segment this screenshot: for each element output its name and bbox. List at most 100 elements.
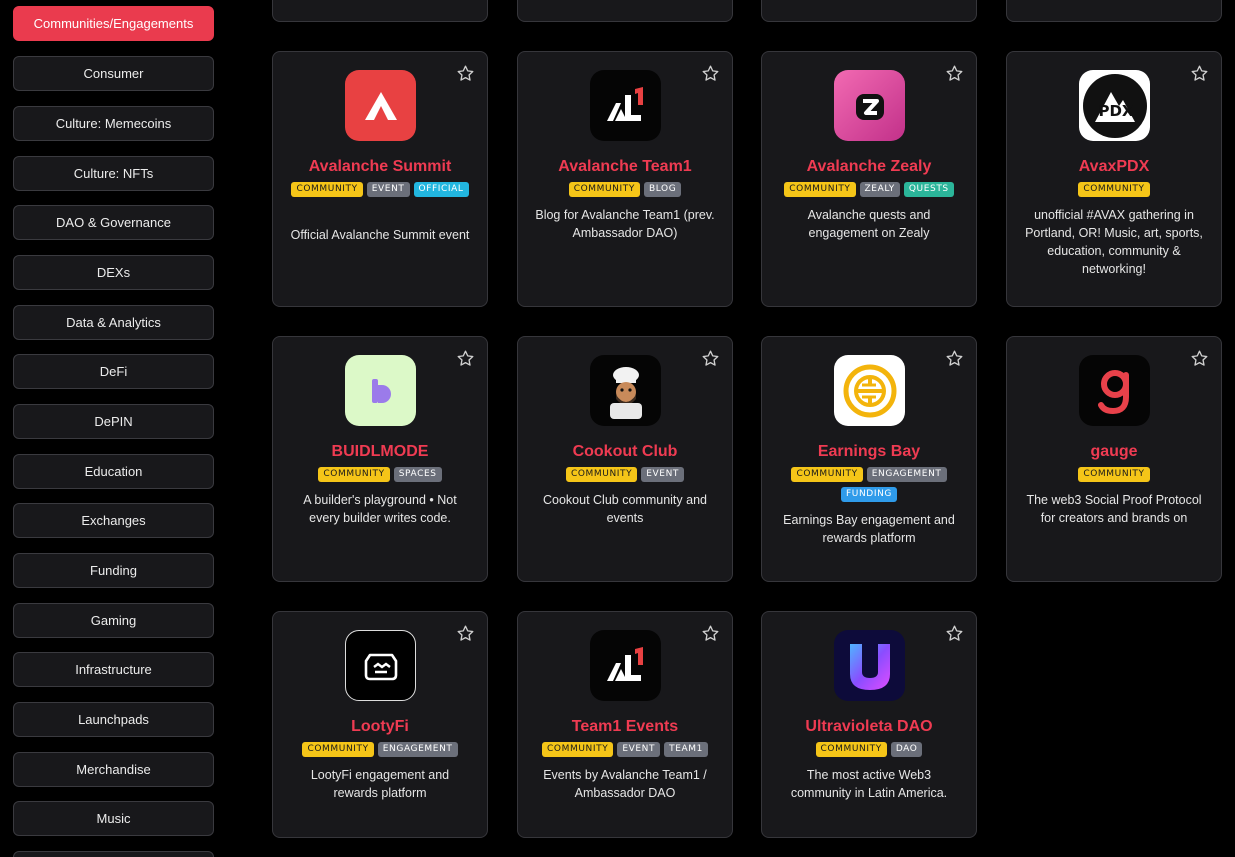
tag-badge: SPACES [393,467,442,482]
tag-badge: COMMUNITY [568,182,640,197]
category-merchandise[interactable]: Merchandise [13,752,214,787]
buidlmode-logo [345,355,416,426]
project-description: unofficial #AVAX gathering in Portland, … [1025,208,1203,276]
category-next-partial[interactable] [13,851,214,857]
project-card-avaxpdx[interactable]: PDX AvaxPDX COMMUNITY unofficial #AVAX g… [1006,51,1222,307]
project-card-partial[interactable] [761,0,977,22]
project-card-partial[interactable] [272,0,488,22]
category-dexs[interactable]: DEXs [13,255,214,290]
tag-badge: COMMUNITY [784,182,856,197]
tag-badge: FUNDING [841,487,897,502]
tag-badge: QUESTS [903,182,954,197]
tag-badge: EVENT [617,742,661,757]
tag-badge: COMMUNITY [291,182,363,197]
project-description: A builder's playground • Not every build… [303,493,457,525]
avalanche-logo [345,70,416,141]
favorite-star-icon[interactable] [945,64,964,83]
tag-badge: COMMUNITY [791,467,863,482]
lootyfi-logo [345,630,416,701]
favorite-star-icon[interactable] [456,64,475,83]
project-card-avalanche-summit[interactable]: Avalanche Summit COMMUNITY EVENT OFFICIA… [272,51,488,307]
tag-list: COMMUNITY ENGAGEMENT [281,742,479,757]
project-card-partial[interactable] [1006,0,1222,22]
project-title: Team1 Events [571,718,679,735]
tag-badge: COMMUNITY [1078,467,1150,482]
ultravioleta-logo [834,630,905,701]
svg-text:PDX: PDX [1098,102,1133,120]
tag-badge: BLOG [643,182,682,197]
category-culture-memecoins[interactable]: Culture: Memecoins [13,106,214,141]
project-card-team1-events[interactable]: Team1 Events COMMUNITY EVENT TEAM1 Event… [517,611,733,838]
project-description: Blog for Avalanche Team1 (prev. Ambassad… [535,208,715,240]
category-depin[interactable]: DePIN [13,404,214,439]
category-dao-governance[interactable]: DAO & Governance [13,205,214,240]
tag-list: COMMUNITY DAO [770,742,968,757]
favorite-star-icon[interactable] [945,349,964,368]
project-title: AvaxPDX [1078,158,1150,175]
project-card-avalanche-zealy[interactable]: Avalanche Zealy COMMUNITY ZEALY QUESTS A… [761,51,977,307]
favorite-star-icon[interactable] [701,624,720,643]
category-education[interactable]: Education [13,454,214,489]
tag-badge: COMMUNITY [542,742,614,757]
favorite-star-icon[interactable] [701,349,720,368]
team1-logo [590,630,661,701]
project-title: Avalanche Zealy [806,158,932,175]
tag-list: COMMUNITY [1015,182,1213,197]
chef-logo [590,355,661,426]
category-communities-engagements[interactable]: Communities/Engagements [13,6,214,41]
favorite-star-icon[interactable] [1190,349,1209,368]
project-card-lootyfi[interactable]: LootyFi COMMUNITY ENGAGEMENT LootyFi eng… [272,611,488,838]
category-sidebar: Communities/Engagements Consumer Culture… [13,0,214,857]
tag-list: COMMUNITY [1015,467,1213,482]
project-card-earnings-bay[interactable]: Earnings Bay COMMUNITY ENGAGEMENT FUNDIN… [761,336,977,582]
tag-badge: COMMUNITY [318,467,390,482]
category-funding[interactable]: Funding [13,553,214,588]
tag-list: COMMUNITY EVENT OFFICIAL [281,182,479,197]
team1-logo [590,70,661,141]
tag-list: COMMUNITY EVENT [526,467,724,482]
tag-badge: DAO [890,742,923,757]
project-card-gauge[interactable]: gauge COMMUNITY The web3 Social Proof Pr… [1006,336,1222,582]
project-card-buidlmode[interactable]: BUIDLMODE COMMUNITY SPACES A builder's p… [272,336,488,582]
tag-list: COMMUNITY BLOG [526,182,724,197]
tag-badge: COMMUNITY [565,467,638,482]
project-description: Events by Avalanche Team1 / Ambassador D… [543,768,707,800]
tag-list: COMMUNITY EVENT TEAM1 [526,742,724,757]
category-infrastructure[interactable]: Infrastructure [13,652,214,687]
project-title: Avalanche Summit [308,158,452,175]
tag-list: COMMUNITY SPACES [281,467,479,482]
project-description: Earnings Bay engagement and rewards plat… [783,513,955,545]
favorite-star-icon[interactable] [456,624,475,643]
category-launchpads[interactable]: Launchpads [13,702,214,737]
project-description: The most active Web3 community in Latin … [790,768,948,800]
tag-badge: ENGAGEMENT [866,467,947,482]
category-exchanges[interactable]: Exchanges [13,503,214,538]
favorite-star-icon[interactable] [456,349,475,368]
gauge-logo [1079,355,1150,426]
category-gaming[interactable]: Gaming [13,603,214,638]
project-card-ultravioleta-dao[interactable]: Ultravioleta DAO COMMUNITY DAO The most … [761,611,977,838]
category-culture-nfts[interactable]: Culture: NFTs [13,156,214,191]
favorite-star-icon[interactable] [945,624,964,643]
project-title: Ultravioleta DAO [805,718,933,735]
project-card-cookout-club[interactable]: Cookout Club COMMUNITY EVENT Cookout Clu… [517,336,733,582]
category-defi[interactable]: DeFi [13,354,214,389]
favorite-star-icon[interactable] [1190,64,1209,83]
project-title: Cookout Club [572,443,678,460]
tag-badge: COMMUNITY [302,742,374,757]
category-music[interactable]: Music [13,801,214,836]
avaxpdx-logo: PDX [1079,70,1150,141]
category-consumer[interactable]: Consumer [13,56,214,91]
zealy-logo [834,70,905,141]
project-card-avalanche-team1[interactable]: Avalanche Team1 COMMUNITY BLOG Blog for … [517,51,733,307]
tag-list: COMMUNITY ENGAGEMENT FUNDING [770,467,968,502]
category-data-analytics[interactable]: Data & Analytics [13,305,214,340]
tag-badge: EVENT [366,182,410,197]
project-description: The web3 Social Proof Protocol for creat… [1026,493,1202,525]
project-card-partial[interactable] [517,0,733,22]
project-title: Earnings Bay [817,443,921,460]
tag-badge: COMMUNITY [815,742,887,757]
tag-badge: COMMUNITY [1078,182,1150,197]
favorite-star-icon[interactable] [701,64,720,83]
project-description: LootyFi engagement and rewards platform [310,768,450,800]
